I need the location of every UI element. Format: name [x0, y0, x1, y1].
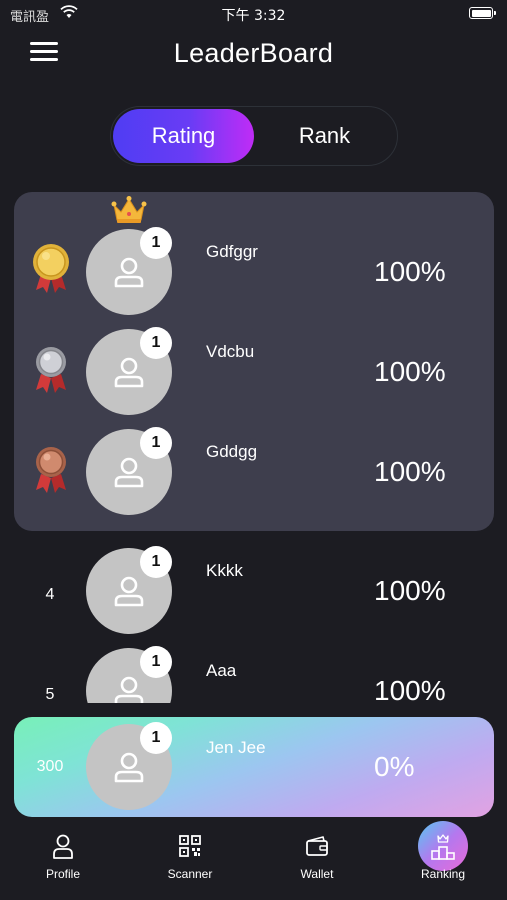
bottom-tab-bar: Profile Scanner Wallet Ranking: [0, 818, 507, 900]
level-badge: 1: [140, 546, 172, 578]
tab-rank[interactable]: Rank: [254, 109, 395, 163]
player-name: Gdfggr: [206, 242, 258, 261]
level-badge: 1: [140, 427, 172, 459]
level-badge: 1: [140, 646, 172, 678]
rating-rank-toggle: Rating Rank: [110, 106, 398, 166]
rank-number: 5: [45, 686, 55, 703]
user-icon: [114, 457, 144, 488]
tab-ranking[interactable]: Ranking: [393, 818, 493, 900]
rank-number: 4: [45, 586, 55, 603]
player-name: Gddgg: [206, 442, 258, 461]
leaderboard-row[interactable]: 1 Gdfggr 100%: [0, 222, 507, 322]
status-time: 下午 3:32: [221, 8, 286, 24]
tab-rating[interactable]: Rating: [113, 109, 254, 163]
player-name: Kkkk: [206, 561, 243, 580]
tab-profile[interactable]: Profile: [13, 818, 113, 900]
crown-icon: [111, 196, 147, 223]
user-icon: [114, 752, 144, 783]
player-score: 100%: [374, 356, 446, 387]
wallet-icon: [306, 836, 328, 856]
rank-number: 300: [36, 758, 64, 775]
leaderboard-row[interactable]: 5 1 Aaa 100%: [0, 641, 507, 703]
user-icon: [114, 576, 144, 607]
player-score: 100%: [374, 575, 446, 606]
user-icon: [114, 676, 144, 703]
leaderboard-list[interactable]: 4 1 Kkkk 100% 5 1 Aaa 100%: [0, 535, 507, 703]
player-name: Aaa: [206, 661, 237, 680]
tab-scanner[interactable]: Scanner: [140, 818, 240, 900]
player-name: Jen Jee: [206, 738, 266, 757]
silver-medal-icon: [36, 347, 66, 393]
player-name: Vdcbu: [206, 342, 255, 361]
tab-label: Ranking: [420, 867, 466, 881]
tab-label: Scanner: [167, 867, 213, 881]
podium-icon: [431, 834, 455, 860]
user-icon: [114, 257, 144, 288]
page-title: LeaderBoard: [173, 38, 334, 68]
qr-code-icon: [179, 835, 201, 857]
player-score: 100%: [374, 675, 446, 703]
player-score: 0%: [374, 751, 415, 782]
gold-medal-icon: [33, 244, 69, 293]
leaderboard-row[interactable]: 4 1 Kkkk 100%: [0, 541, 507, 641]
level-badge: 1: [140, 227, 172, 259]
leaderboard-row[interactable]: 1 Vdcbu 100%: [0, 322, 507, 422]
tab-label: Profile: [45, 867, 80, 881]
status-bar: 電訊盈 下午 3:32: [0, 0, 507, 28]
bronze-medal-icon: [36, 447, 66, 493]
current-user-row-content: 300 1 Jen Jee 0%: [0, 717, 507, 817]
person-icon: [53, 834, 73, 859]
battery-icon: [469, 7, 496, 19]
user-icon: [114, 357, 144, 388]
player-score: 100%: [374, 456, 446, 487]
level-badge: 1: [140, 722, 172, 754]
player-score: 100%: [374, 256, 446, 287]
tab-wallet[interactable]: Wallet: [267, 818, 367, 900]
tab-label: Wallet: [300, 867, 334, 881]
leaderboard-row[interactable]: 1 Gddgg 100%: [0, 422, 507, 522]
level-badge: 1: [140, 327, 172, 359]
